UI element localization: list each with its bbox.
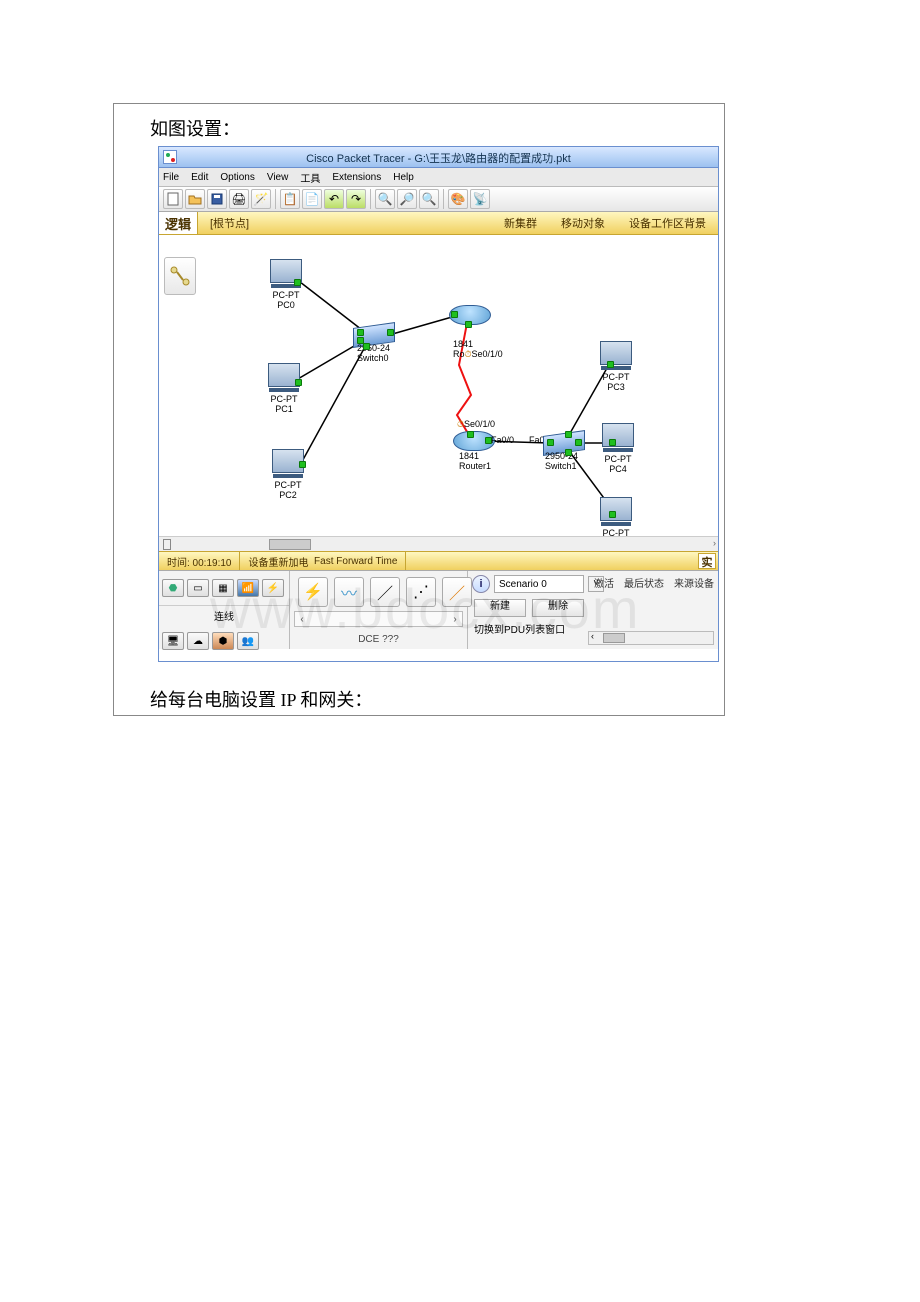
sim-time: 时间: 00:19:10: [159, 552, 240, 570]
link-dot: [299, 461, 306, 468]
set-bg-button[interactable]: 设备工作区背景: [617, 215, 718, 231]
multiuser-icon[interactable]: 👥: [237, 632, 259, 650]
status-bar: 时间: 00:19:10 设备重新加电 Fast Forward Time 实: [159, 551, 718, 570]
link-dot: [565, 431, 572, 438]
root-node-button[interactable]: [根节点]: [198, 215, 302, 231]
paste-icon[interactable]: 📄: [302, 189, 322, 209]
logical-label[interactable]: 逻辑: [159, 212, 198, 234]
menu-edit[interactable]: Edit: [191, 172, 208, 183]
navigation-tool-icon[interactable]: [164, 257, 196, 295]
col-source: 来源设备: [674, 575, 714, 590]
topology-workspace[interactable]: PC-PTPC0 PC-PTPC1 PC-PTPC2 2950-24Switch…: [159, 235, 718, 551]
packet-tracer-window: Cisco Packet Tracer - G:\王玉龙\路由器的配置成功.pk…: [158, 146, 719, 662]
menu-bar: File Edit Options View 工具 Extensions Hel…: [159, 168, 718, 187]
scenario-select[interactable]: [494, 575, 584, 593]
end-device-icon[interactable]: 🖥: [162, 632, 184, 650]
menu-extensions[interactable]: Extensions: [332, 172, 381, 183]
switch0-label: 2950-24Switch0: [357, 343, 390, 363]
switch1-label: 2950-24Switch1: [545, 451, 578, 471]
dce-label: DCE ???: [290, 634, 467, 645]
hub-category-icon[interactable]: ▦: [212, 579, 234, 597]
link-dot: [547, 439, 554, 446]
router0-label: 1841Ro⏱Se0/1/0: [453, 339, 503, 359]
device-pc2[interactable]: PC-PTPC2: [271, 449, 305, 500]
device-pc4[interactable]: PC-PTPC4: [601, 423, 635, 474]
router1-fa00-label: Fa0/0: [491, 435, 514, 445]
wan-cloud-icon[interactable]: ☁: [187, 632, 209, 650]
main-toolbar: 🖨 🪄 📋 📄 ↶ ↷ 🔍 🔎 🔍 🎨 📡: [159, 187, 718, 212]
link-dot: [467, 431, 474, 438]
crossover-cable-icon[interactable]: ⋰: [406, 577, 436, 607]
link-dot: [575, 439, 582, 446]
zoom-in-icon[interactable]: 🔍: [375, 189, 395, 209]
device-panel: ⬣ ▭ ▦ 📶 ⚡ 连线 🖥 ☁ ⬢ 👥 ⚡ 〰 ／ ⋰ ／: [159, 570, 718, 649]
new-cluster-button[interactable]: 新集群: [492, 215, 549, 231]
realtime-badge[interactable]: 实: [698, 553, 716, 569]
device-pc1[interactable]: PC-PTPC1: [267, 363, 301, 414]
caption-bottom: 给每台电脑设置 IP 和网关：: [150, 686, 372, 712]
info-icon[interactable]: i: [472, 575, 490, 593]
menu-file[interactable]: File: [163, 172, 179, 183]
connections-category-icon[interactable]: ⚡: [262, 579, 284, 597]
undo-icon[interactable]: ↶: [324, 189, 344, 209]
menu-help[interactable]: Help: [393, 172, 414, 183]
workspace-scrollbar[interactable]: ›: [159, 536, 718, 551]
move-object-button[interactable]: 移动对象: [549, 215, 617, 231]
router1-label: 1841Router1: [459, 451, 491, 471]
device-pc3[interactable]: PC-PTPC3: [599, 341, 633, 392]
zoom-out-icon[interactable]: 🔍: [419, 189, 439, 209]
print-icon[interactable]: 🖨: [229, 189, 249, 209]
console-cable-icon[interactable]: 〰: [334, 577, 364, 607]
new-scenario-button[interactable]: 新建: [474, 599, 526, 617]
link-dot: [565, 449, 572, 456]
router-category-icon[interactable]: ⬣: [162, 579, 184, 597]
straight-cable-icon[interactable]: ／: [370, 577, 400, 607]
draw-palette-icon[interactable]: 🎨: [448, 189, 468, 209]
link-dot: [465, 321, 472, 328]
router1-se0-label: ⏱Se0/1/0: [457, 419, 495, 430]
connection-slider[interactable]: ‹›: [294, 611, 463, 627]
link-dot: [607, 361, 614, 368]
custom-icon[interactable]: ⬢: [212, 632, 234, 650]
menu-options[interactable]: Options: [220, 172, 254, 183]
link-dot: [294, 279, 301, 286]
open-folder-icon[interactable]: [185, 189, 205, 209]
switch-category-icon[interactable]: ▭: [187, 579, 209, 597]
redo-icon[interactable]: ↷: [346, 189, 366, 209]
link-dot: [295, 379, 302, 386]
pdu-scrollbar[interactable]: ‹: [588, 631, 714, 645]
link-dot: [451, 311, 458, 318]
menu-tools[interactable]: 工具: [300, 170, 320, 185]
wizard-icon[interactable]: 🪄: [251, 189, 271, 209]
logical-bar: 逻辑 [根节点] 新集群 移动对象 设备工作区背景: [159, 212, 718, 235]
power-cycle-button[interactable]: 设备重新加电 Fast Forward Time: [240, 552, 406, 570]
caption-top: 如图设置：: [150, 115, 240, 141]
connections-label: 连线: [159, 605, 289, 625]
link-dot: [609, 511, 616, 518]
col-fire: 激活: [594, 575, 614, 590]
custom-devices-icon[interactable]: 📡: [470, 189, 490, 209]
save-icon[interactable]: [207, 189, 227, 209]
window-titlebar[interactable]: Cisco Packet Tracer - G:\王玉龙\路由器的配置成功.pk…: [159, 147, 718, 168]
link-dot: [363, 343, 370, 350]
new-file-icon[interactable]: [163, 189, 183, 209]
copy-icon[interactable]: 📋: [280, 189, 300, 209]
col-last-status: 最后状态: [624, 575, 664, 590]
link-dot: [609, 439, 616, 446]
delete-scenario-button[interactable]: 删除: [532, 599, 584, 617]
auto-connection-icon[interactable]: ⚡: [298, 577, 328, 607]
wireless-category-icon[interactable]: 📶: [237, 579, 259, 597]
link-dot: [387, 329, 394, 336]
window-title: Cisco Packet Tracer - G:\王玉龙\路由器的配置成功.pk…: [159, 150, 718, 166]
menu-view[interactable]: View: [267, 172, 289, 183]
zoom-reset-icon[interactable]: 🔎: [397, 189, 417, 209]
link-dot: [357, 329, 364, 336]
